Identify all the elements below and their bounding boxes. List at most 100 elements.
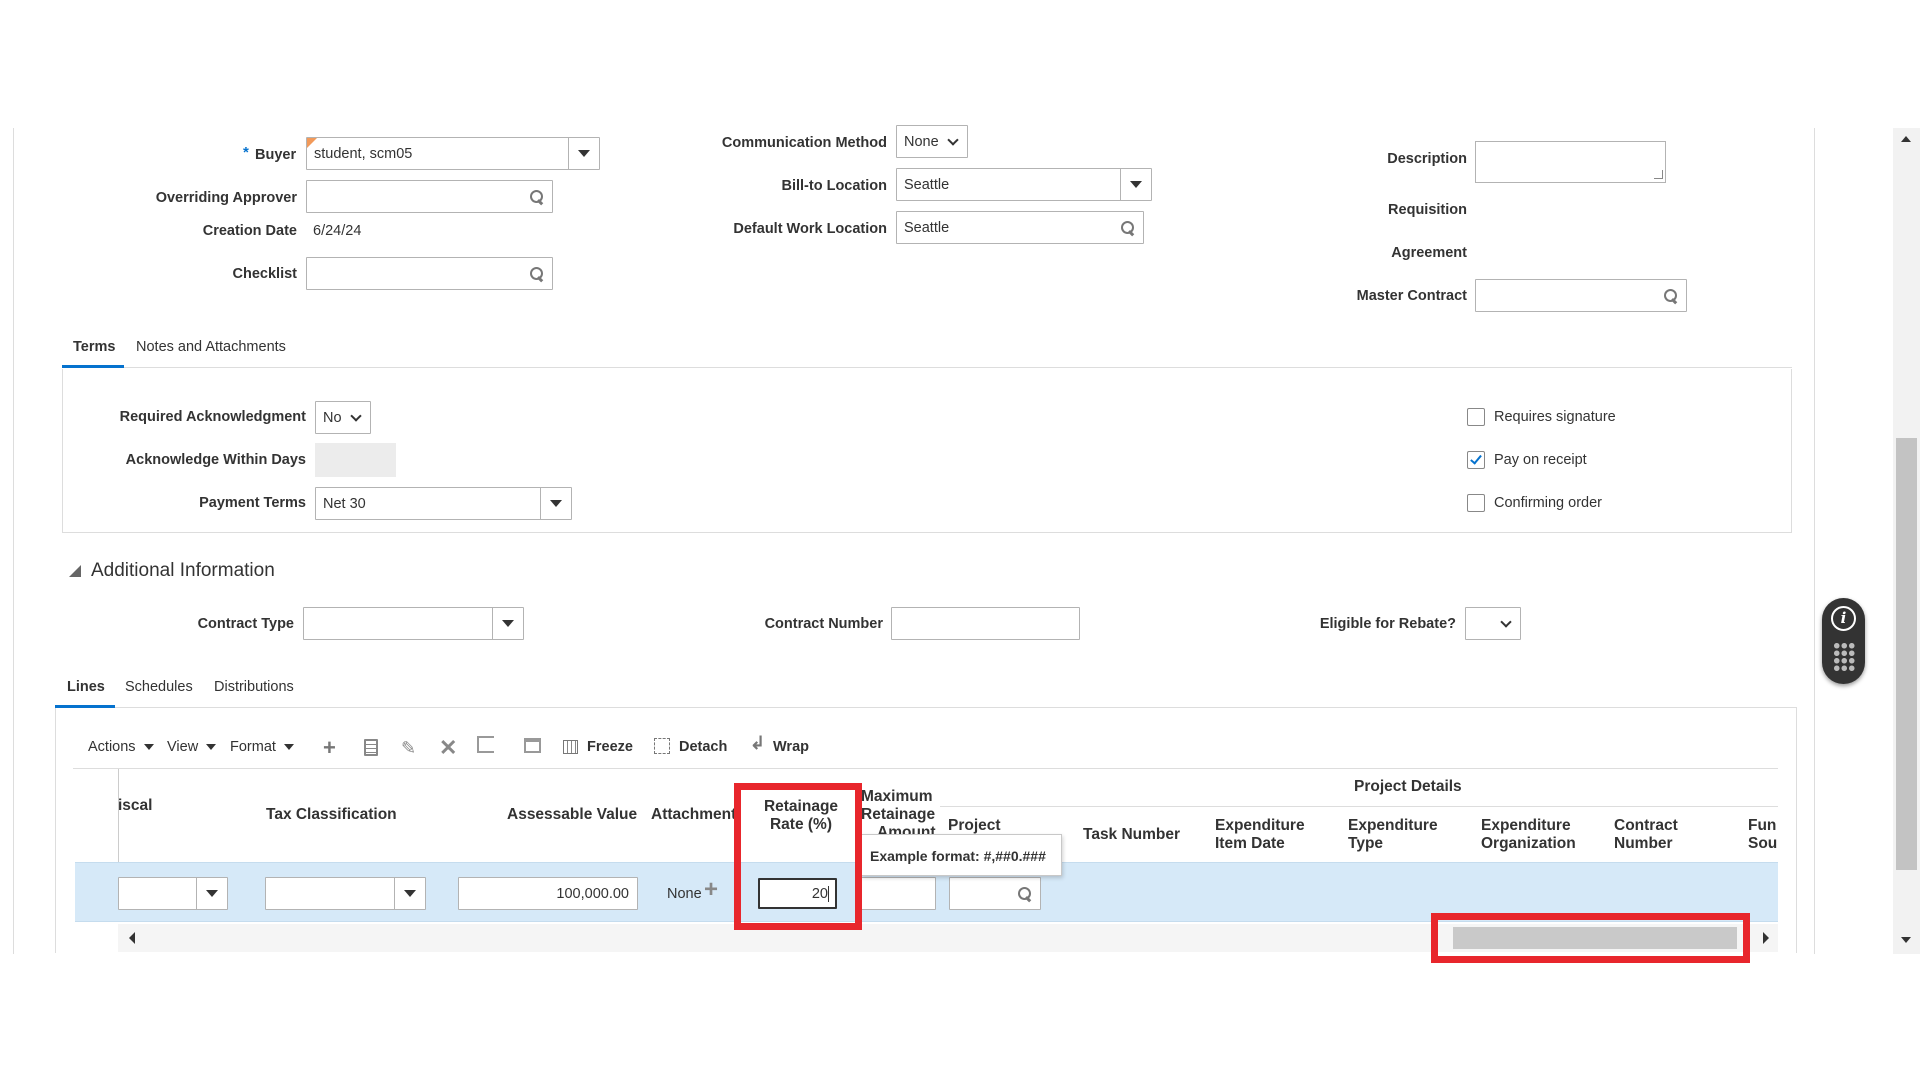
contract-type-dropdown-button[interactable] [492, 608, 523, 639]
search-icon[interactable] [1121, 220, 1135, 235]
vertical-scrollbar-thumb[interactable] [1896, 438, 1917, 870]
fiscal-dropdown-button[interactable] [196, 878, 227, 909]
pay-on-receipt-checkbox[interactable] [1467, 451, 1485, 469]
payment-terms-label: Payment Terms [199, 495, 306, 511]
search-icon[interactable] [1018, 886, 1032, 901]
project-input[interactable] [949, 877, 1041, 910]
master-contract-input[interactable] [1475, 279, 1687, 312]
scroll-down-arrow-icon[interactable] [1901, 937, 1911, 943]
agreement-label: Agreement [1391, 245, 1467, 261]
split-icon[interactable] [477, 736, 494, 753]
edit-pencil-icon[interactable]: ✎ [401, 738, 416, 759]
info-icon[interactable]: i [1831, 606, 1856, 631]
expenditure-item-date-line-1: Expenditure [1215, 817, 1305, 834]
requires-signature-checkbox[interactable] [1467, 408, 1485, 426]
detach-icon[interactable] [654, 738, 670, 754]
contract-number-input[interactable] [891, 607, 1080, 640]
pay-on-receipt-label: Pay on receipt [1494, 452, 1587, 468]
search-icon[interactable] [530, 266, 544, 281]
view-menu[interactable]: View [167, 739, 217, 755]
confirming-order-label: Confirming order [1494, 495, 1602, 511]
search-icon[interactable] [1664, 288, 1678, 303]
toolbar-divider [73, 768, 1778, 769]
required-acknowledgment-label: Required Acknowledgment [119, 409, 306, 425]
wrap-icon[interactable]: ↲ [750, 733, 765, 754]
freeze-button[interactable]: Freeze [587, 739, 633, 755]
fiscal-select[interactable] [118, 877, 228, 910]
checklist-input[interactable] [306, 257, 553, 290]
bill-to-location-value: Seattle [904, 176, 950, 193]
payment-terms-dropdown-button[interactable] [540, 488, 571, 519]
column-header-task-number: Task Number [1083, 826, 1181, 843]
scroll-up-arrow-icon[interactable] [1901, 136, 1911, 142]
overriding-approver-input[interactable] [306, 180, 553, 213]
add-attachment-icon[interactable]: + [704, 878, 718, 902]
tax-classification-dropdown-button[interactable] [394, 878, 425, 909]
description-label: Description [1387, 151, 1467, 167]
buyer-dropdown-button[interactable] [568, 138, 599, 169]
maximum-retainage-amount-input[interactable] [860, 877, 936, 910]
tab-schedules[interactable]: Schedules [125, 679, 193, 695]
checkmark-icon [1470, 452, 1482, 465]
actions-menu[interactable]: Actions [88, 739, 154, 755]
format-menu[interactable]: Format [230, 739, 294, 755]
master-contract-label: Master Contract [1356, 288, 1467, 304]
tax-classification-select[interactable] [265, 877, 426, 910]
overriding-approver-label: Overriding Approver [155, 190, 297, 206]
add-row-icon[interactable]: + [323, 737, 336, 759]
wrap-button[interactable]: Wrap [773, 739, 809, 755]
eligible-for-rebate-select[interactable] [1465, 607, 1521, 640]
communication-method-select[interactable]: None [896, 125, 968, 158]
buyer-label: Buyer [255, 147, 297, 163]
payment-terms-value: Net 30 [323, 495, 366, 512]
tab-notes-and-attachments[interactable]: Notes and Attachments [136, 339, 286, 355]
contract-type-field[interactable] [303, 607, 524, 640]
dropdown-arrow-icon [206, 744, 217, 750]
column-header-tax-classification: Tax Classification [266, 806, 397, 823]
bill-to-location-field[interactable]: Seattle [896, 168, 1152, 201]
dropdown-arrow-icon [283, 744, 294, 750]
query-by-example-icon[interactable] [524, 738, 541, 753]
dropdown-arrow-icon [502, 620, 514, 627]
default-work-location-input[interactable]: Seattle [896, 211, 1144, 244]
default-work-location-value: Seattle [904, 219, 950, 236]
payment-terms-field[interactable]: Net 30 [315, 487, 572, 520]
resize-handle-icon[interactable] [1654, 170, 1663, 179]
keypad-icon[interactable] [1833, 642, 1855, 672]
delete-x-icon[interactable]: ✕ [439, 735, 457, 761]
help-widget[interactable]: i [1822, 598, 1865, 684]
confirming-order-checkbox[interactable] [1467, 494, 1485, 512]
column-header-fiscal: iscal [118, 797, 153, 814]
description-textarea[interactable] [1475, 141, 1666, 183]
creation-date-label: Creation Date [202, 223, 297, 239]
retainage-rate-highlight [734, 783, 862, 930]
additional-information-header[interactable]: Additional Information [91, 560, 275, 582]
detach-button[interactable]: Detach [679, 739, 727, 755]
scroll-right-arrow-icon[interactable] [1763, 932, 1769, 944]
tab-terms[interactable]: Terms [73, 339, 115, 355]
search-icon[interactable] [530, 189, 544, 204]
required-acknowledgment-select[interactable]: No [315, 401, 371, 434]
eligible-for-rebate-label: Eligible for Rebate? [1319, 616, 1456, 632]
dropdown-arrow-icon [143, 744, 154, 750]
requires-signature-label: Requires signature [1494, 409, 1616, 425]
buyer-field[interactable]: student, scm05 [306, 137, 600, 170]
expenditure-item-date-line-2: Item Date [1215, 835, 1285, 852]
collapse-triangle-icon[interactable] [69, 565, 81, 577]
communication-method-label: Communication Method [721, 135, 887, 151]
scroll-left-arrow-icon[interactable] [129, 932, 135, 944]
contract-number-line-2: Number [1614, 835, 1673, 852]
bill-to-dropdown-button[interactable] [1120, 169, 1151, 200]
freeze-icon[interactable] [563, 740, 578, 754]
chevron-down-icon [947, 133, 959, 146]
expenditure-type-line-2: Type [1348, 835, 1384, 852]
tab-distributions[interactable]: Distributions [214, 679, 294, 695]
assessable-value: 100,000.00 [556, 885, 629, 902]
tab-lines[interactable]: Lines [67, 679, 105, 695]
attachments-value: None [667, 886, 702, 902]
required-asterisk: * [243, 144, 249, 161]
column-header-expenditure-item-date: Expenditure Item Date [1215, 817, 1305, 853]
communication-method-value: None [904, 133, 939, 150]
assessable-value-input[interactable]: 100,000.00 [458, 877, 638, 910]
duplicate-row-icon[interactable] [364, 739, 378, 756]
